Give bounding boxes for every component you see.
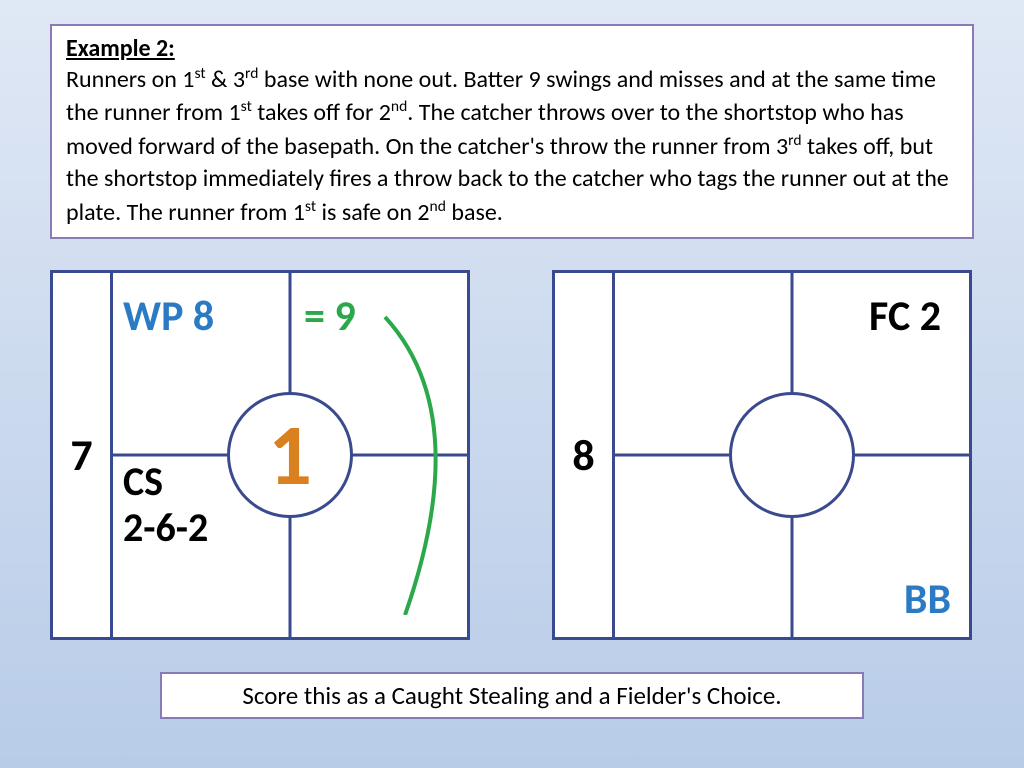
cs-play: 2-6-2	[123, 505, 208, 551]
example-text-box: Example 2: Runners on 1st & 3rd base wit…	[50, 24, 974, 239]
out-circle: 1	[227, 392, 353, 518]
example-body: Runners on 1st & 3rd base with none out.…	[66, 65, 949, 227]
footer-text: Score this as a Caught Stealing and a Fi…	[160, 672, 864, 719]
scorebox-left: 7 1 WP 8 = 9 CS 2-6-2	[50, 270, 470, 640]
example-title: Example 2:	[66, 34, 958, 63]
out-circle-empty	[729, 392, 855, 518]
batter-number-right: 8	[555, 273, 615, 637]
cross-area-right: FC 2 BB	[615, 273, 969, 637]
cross-area-left: 1 WP 8 = 9 CS 2-6-2	[113, 273, 467, 637]
cs-label: CS	[123, 459, 163, 505]
scorebox-right: 8 FC 2 BB	[552, 270, 972, 640]
batter-number-left: 7	[53, 273, 113, 637]
